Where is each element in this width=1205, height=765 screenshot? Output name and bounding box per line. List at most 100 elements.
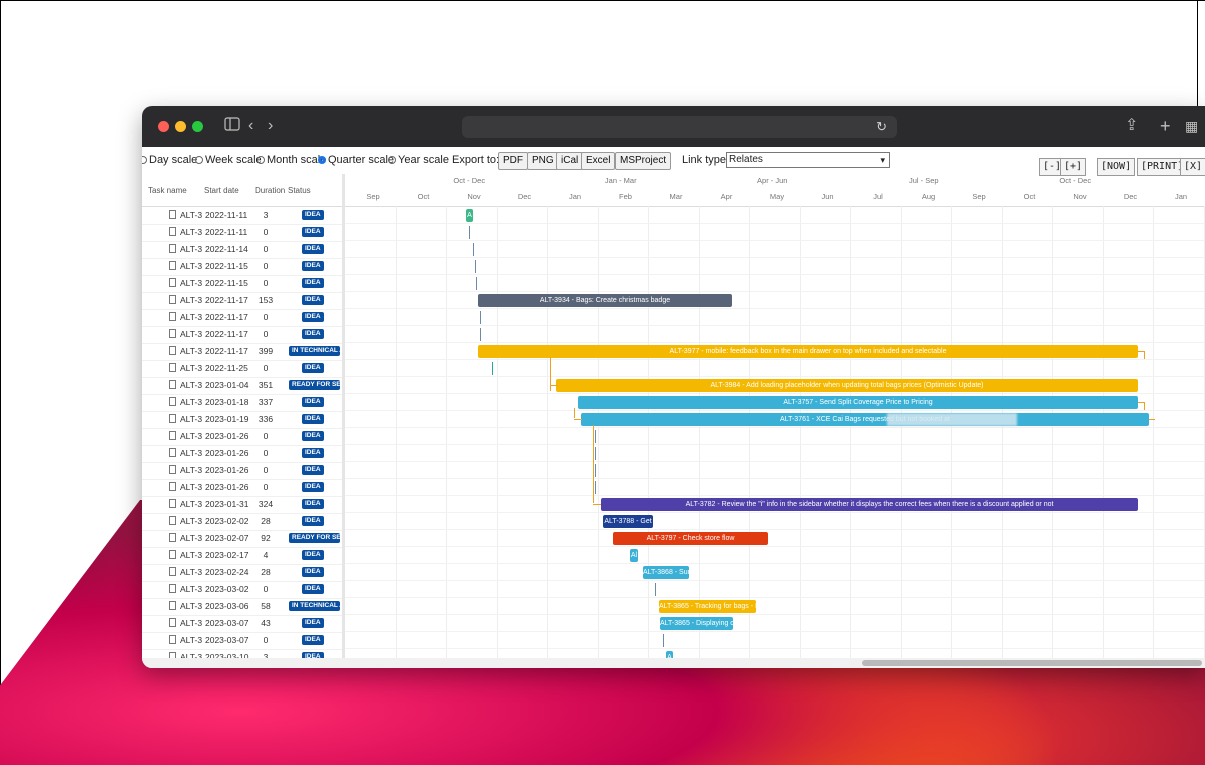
month-label: Nov	[467, 192, 481, 201]
gantt-bar[interactable]: ALT-3757 - Send Split Coverage Price to …	[578, 396, 1138, 409]
row-gridline	[345, 614, 1205, 615]
scale-week[interactable]: Week scale	[195, 154, 262, 166]
table-row[interactable]: ALT-3 2023-03-07 43 IDEA	[142, 615, 342, 633]
dependency-link[interactable]	[593, 504, 601, 505]
milestone-marker[interactable]	[595, 481, 596, 494]
document-icon	[169, 601, 176, 610]
table-row[interactable]: ALT-3 2023-02-17 4 IDEA	[142, 547, 342, 565]
table-row[interactable]: ALT-3 2023-02-24 28 IDEA	[142, 564, 342, 582]
header-status[interactable]: Status	[288, 186, 311, 195]
milestone-marker[interactable]	[595, 464, 596, 477]
scale-day[interactable]: Day scale	[142, 154, 197, 166]
new-tab-icon[interactable]: +	[1160, 117, 1171, 135]
milestone-marker[interactable]	[473, 243, 474, 256]
gantt-bar[interactable]: ALT-3934 - Bags: Create christmas badge	[478, 294, 732, 307]
minimize-window-button[interactable]	[175, 121, 186, 132]
gantt-bar[interactable]: ALT-3984 - Add loading placeholder when …	[556, 379, 1138, 392]
gantt-bar[interactable]: ALT-3977 - mobile: feedback box in the m…	[478, 345, 1138, 358]
gantt-bar[interactable]: ALT-3797 - Check store flow	[613, 532, 768, 545]
export-excel-button[interactable]: Excel	[581, 152, 616, 170]
gantt-bar[interactable]: ALT-3868 - Sur	[643, 566, 689, 579]
status-badge: IDEA	[302, 431, 324, 441]
table-row[interactable]: ALT-3 2022-11-11 3 IDEA	[142, 207, 342, 225]
gantt-bar[interactable]: A	[466, 209, 473, 222]
table-row[interactable]: ALT-3 2022-11-15 0 IDEA	[142, 258, 342, 276]
reload-icon[interactable]: ↻	[876, 119, 887, 135]
gantt-bar[interactable]: ALT-3865 - Displaying c	[660, 617, 733, 630]
dependency-link[interactable]	[550, 385, 558, 386]
forward-icon[interactable]: ›	[268, 117, 273, 135]
scale-month[interactable]: Month scale	[257, 154, 326, 166]
dependency-link[interactable]	[574, 408, 575, 418]
dependency-link[interactable]	[593, 425, 594, 503]
dependency-link[interactable]	[1144, 351, 1145, 359]
table-row[interactable]: ALT-3 2023-01-26 0 IDEA	[142, 428, 342, 446]
close-window-button[interactable]	[158, 121, 169, 132]
header-duration[interactable]: Duration	[255, 186, 285, 195]
header-task-name[interactable]: Task name	[148, 186, 187, 195]
back-icon[interactable]: ‹	[248, 117, 253, 135]
tab-overview-icon[interactable]: ▦	[1185, 117, 1198, 135]
table-row[interactable]: ALT-3 2023-01-26 0 IDEA	[142, 479, 342, 497]
gantt-bar[interactable]: ALT-3865 - Tracking for bags - I	[659, 600, 756, 613]
table-row[interactable]: ALT-3 2023-01-26 0 IDEA	[142, 462, 342, 480]
scale-quarter[interactable]: Quarter scale	[318, 154, 394, 166]
maximize-window-button[interactable]	[192, 121, 203, 132]
table-row[interactable]: ALT-3 2022-11-17 399 IN TECHNICAL A	[142, 343, 342, 361]
address-bar[interactable]: ↻	[462, 116, 897, 138]
milestone-marker[interactable]	[480, 311, 481, 324]
grid-resizer[interactable]	[342, 174, 345, 658]
export-msproject-button[interactable]: MSProject	[615, 152, 672, 170]
milestone-marker[interactable]	[492, 362, 493, 375]
month-label: Apr	[720, 192, 733, 201]
gantt-bar[interactable]: ALT-3761 - XCE Cai Bags requested but no…	[581, 413, 1149, 426]
table-row[interactable]: ALT-3 2023-03-07 0 IDEA	[142, 632, 342, 650]
radio-week-icon	[195, 156, 203, 164]
table-row[interactable]: ALT-3 2023-01-31 324 IDEA	[142, 496, 342, 514]
gantt-bar[interactable]: Al	[630, 549, 638, 562]
milestone-marker[interactable]	[595, 447, 596, 460]
milestone-marker[interactable]	[595, 430, 596, 443]
share-icon[interactable]: ⇪	[1125, 117, 1138, 135]
dependency-link[interactable]	[1144, 402, 1145, 410]
task-name: ALT-3	[180, 363, 203, 373]
milestone-marker[interactable]	[663, 634, 664, 647]
sidebar-toggle-icon[interactable]	[224, 117, 240, 136]
table-row[interactable]: ALT-3 2023-02-02 28 IDEA	[142, 513, 342, 531]
horizontal-scroll-thumb[interactable]	[862, 660, 1202, 666]
table-row[interactable]: ALT-3 2022-11-17 153 IDEA	[142, 292, 342, 310]
task-duration: 0	[263, 584, 269, 594]
export-ical-button[interactable]: iCal	[556, 152, 584, 170]
table-row[interactable]: ALT-3 2022-11-15 0 IDEA	[142, 275, 342, 293]
table-row[interactable]: ALT-3 2022-11-17 0 IDEA	[142, 326, 342, 344]
export-png-button[interactable]: PNG	[527, 152, 559, 170]
horizontal-scrollbar[interactable]	[142, 658, 1205, 668]
table-row[interactable]: ALT-3 2023-01-04 351 READY FOR SEL	[142, 377, 342, 395]
header-start-date[interactable]: Start date	[204, 186, 239, 195]
table-row[interactable]: ALT-3 2023-02-07 92 READY FOR SEL	[142, 530, 342, 548]
table-row[interactable]: ALT-3 2022-11-17 0 IDEA	[142, 309, 342, 327]
document-icon	[169, 227, 176, 236]
table-row[interactable]: ALT-3 2022-11-25 0 IDEA	[142, 360, 342, 378]
milestone-marker[interactable]	[476, 277, 477, 290]
table-row[interactable]: ALT-3 2023-01-18 337 IDEA	[142, 394, 342, 412]
link-type-select[interactable]: Relates ▾	[726, 152, 890, 168]
dependency-link[interactable]	[1149, 419, 1155, 420]
month-label: Jan	[568, 192, 582, 201]
gantt-bar[interactable]: ALT-3788 - Get	[603, 515, 653, 528]
table-row[interactable]: ALT-3 2023-03-06 58 IN TECHNICAL A	[142, 598, 342, 616]
task-start-date: 2023-01-26	[205, 448, 249, 458]
scale-year[interactable]: Year scale	[388, 154, 449, 166]
gantt-bar[interactable]: ALT-3782 - Review the "i" info in the si…	[601, 498, 1138, 511]
table-row[interactable]: ALT-3 2022-11-11 0 IDEA	[142, 224, 342, 242]
dependency-link[interactable]	[574, 419, 582, 420]
milestone-marker[interactable]	[469, 226, 470, 239]
table-row[interactable]: ALT-3 2023-01-26 0 IDEA	[142, 445, 342, 463]
table-row[interactable]: ALT-3 2023-01-19 336 IDEA	[142, 411, 342, 429]
table-row[interactable]: ALT-3 2023-03-02 0 IDEA	[142, 581, 342, 599]
export-pdf-button[interactable]: PDF	[498, 152, 528, 170]
milestone-marker[interactable]	[475, 260, 476, 273]
milestone-marker[interactable]	[655, 583, 656, 596]
milestone-marker[interactable]	[480, 328, 481, 341]
table-row[interactable]: ALT-3 2022-11-14 0 IDEA	[142, 241, 342, 259]
